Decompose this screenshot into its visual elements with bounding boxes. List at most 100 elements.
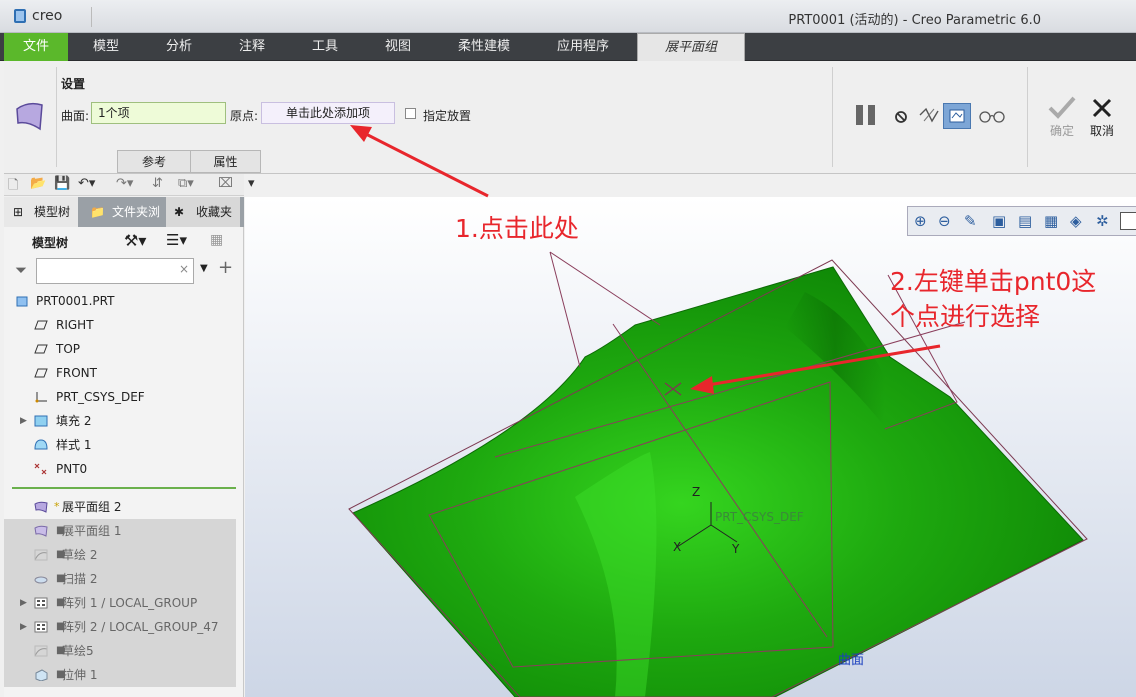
expand-icon[interactable]: ▶ (20, 409, 27, 433)
tree-item-right[interactable]: RIGHT (4, 313, 236, 337)
no-preview-icon[interactable] (894, 108, 908, 129)
sweep-icon (34, 576, 48, 584)
tree-item-style[interactable]: 样式 1 (4, 433, 236, 457)
tab-analysis[interactable]: 分析 (145, 33, 213, 61)
search-dropdown-icon[interactable]: ▼ (200, 263, 208, 274)
cancel-button[interactable]: 取消 (1084, 97, 1120, 139)
tab-model[interactable]: 模型 (72, 33, 140, 61)
expand-icon[interactable]: ▶ (20, 591, 27, 615)
tree-item-fill[interactable]: ▶ 填充 2 (4, 409, 236, 433)
tab-folder-browser[interactable]: 📁 文件夹浏 (82, 197, 162, 227)
filter-icon: ⏷ (15, 261, 28, 279)
quick-access-toolbar: 🗋 📂 💾 ↶▾ ↷▾ ⇵ ⧉▾ ⌧ ▾ (4, 174, 255, 198)
repaint-icon[interactable]: ✎ (964, 212, 977, 230)
sketch-icon (34, 549, 48, 561)
flatten-quilt-icon (34, 525, 48, 537)
tree-item-extrude-1[interactable]: ■ 拉伸 1 (4, 663, 236, 687)
datum-display-icon[interactable]: ✲ (1096, 212, 1109, 230)
point-icon (34, 463, 47, 475)
tree-item-top[interactable]: TOP (4, 337, 236, 361)
tree-search-input[interactable]: × (36, 258, 194, 284)
tree-item-sweep-2[interactable]: ■ 扫描 2 (4, 567, 236, 591)
new-feature-marker: * (54, 500, 60, 513)
navigator-panel: ⊞ 模型树 📁 文件夹浏 ✱ 收藏夹 模型树 ⚒▾ ☰▾ ▦ ⏷ × ▼ + P… (4, 197, 244, 697)
customize-qat-icon[interactable]: ▾ (248, 176, 255, 191)
add-filter-icon[interactable]: + (218, 257, 233, 278)
tab-file[interactable]: 文件 (4, 33, 68, 61)
style-icon (34, 439, 48, 450)
csys-label: PRT_CSYS_DEF (715, 510, 804, 524)
tree-item-point[interactable]: PNT0 (4, 457, 236, 481)
tab-model-tree[interactable]: ⊞ 模型树 (4, 197, 78, 227)
surface-collector[interactable]: 1个项 (91, 102, 226, 124)
pause-icon[interactable] (854, 103, 878, 132)
regenerate-icon[interactable]: ⇵ (152, 176, 163, 191)
saved-views-icon[interactable]: ▣ (992, 212, 1006, 230)
csys-icon (35, 392, 47, 403)
open-icon[interactable]: 📂 (30, 176, 46, 191)
model-tree-header: 模型树 (32, 236, 69, 250)
tree-item-csys[interactable]: PRT_CSYS_DEF (4, 385, 236, 409)
zoom-in-icon[interactable]: ⊕ (914, 212, 927, 230)
tab-flexible-modeling[interactable]: 柔性建模 (440, 33, 528, 61)
origin-label: 原点: (230, 109, 259, 123)
origin-collector[interactable]: 单击此处添加项 (261, 102, 395, 124)
tree-item-pattern-2[interactable]: ▶ ■ 阵列 2 / LOCAL_GROUP_47 (4, 615, 236, 639)
new-icon[interactable]: 🗋 (8, 176, 18, 198)
specify-placement-checkbox[interactable] (405, 108, 416, 119)
tab-tools[interactable]: 工具 (291, 33, 359, 61)
ribbon-tabs: 文件 模型 分析 注释 工具 视图 柔性建模 应用程序 展平面组 (0, 33, 1136, 61)
tree-filter-settings-icon[interactable]: ▦ (210, 232, 223, 248)
tree-item-front[interactable]: FRONT (4, 361, 236, 385)
ok-button[interactable]: 确定 (1044, 95, 1080, 139)
tree-item-flatten-2[interactable]: * 展平面组 2 (4, 495, 236, 519)
axis-y-label: Y (732, 542, 740, 556)
more-view-tools-icon[interactable] (1120, 212, 1136, 230)
undo-icon[interactable]: ↶▾ (78, 176, 95, 191)
pattern-icon (34, 621, 48, 633)
tab-flatten-quilt[interactable]: 展平面组 (637, 33, 745, 61)
flatten-quilt-icon (16, 102, 43, 131)
tree-item-sketch-5[interactable]: ■ 草绘5 (4, 639, 236, 663)
part-icon (16, 296, 28, 307)
tree-columns-icon[interactable]: ☰▾ (166, 231, 187, 249)
zoom-out-icon[interactable]: ⊖ (938, 212, 951, 230)
folder-icon: 📁 (90, 205, 105, 219)
tree-item-sketch-2[interactable]: ■ 草绘 2 (4, 543, 236, 567)
clear-search-icon[interactable]: × (179, 262, 189, 276)
settings-section-label: 设置 (61, 77, 86, 91)
surface-label: 曲面 (838, 653, 865, 668)
redo-icon[interactable]: ↷▾ (116, 176, 133, 191)
tab-references[interactable]: 参考 (117, 150, 191, 173)
tree-item-flatten-1[interactable]: ■ 展平面组 1 (4, 519, 236, 543)
tab-favorites[interactable]: ✱ 收藏夹 (166, 197, 240, 227)
datum-plane-icon (34, 368, 48, 378)
tab-applications[interactable]: 应用程序 (540, 33, 626, 61)
close-window-icon[interactable]: ⌧ (218, 176, 233, 191)
windows-icon[interactable]: ⧉▾ (178, 176, 194, 191)
tree-settings-icon[interactable]: ⚒▾ (124, 231, 146, 250)
fill-icon (34, 415, 48, 427)
perspective-icon[interactable]: ▦ (1044, 212, 1058, 230)
favorites-icon: ✱ (174, 205, 185, 219)
axis-x-label: X (673, 540, 682, 554)
tab-properties[interactable]: 属性 (190, 150, 261, 173)
navigator-tabs: ⊞ 模型树 📁 文件夹浏 ✱ 收藏夹 (4, 197, 244, 227)
tab-view[interactable]: 视图 (364, 33, 432, 61)
pattern-icon (34, 597, 48, 609)
window-title: PRT0001 (活动的) - Creo Parametric 6.0 (788, 13, 1041, 28)
glasses-icon[interactable] (978, 108, 1006, 129)
verify-mode-icon[interactable] (918, 105, 940, 130)
display-style-icon[interactable]: ▤ (1018, 212, 1032, 230)
view-manager-icon[interactable]: ◈ (1070, 212, 1082, 230)
tree-item-part[interactable]: PRT0001.PRT (4, 289, 236, 313)
annotation-step1: 1.点击此处 (455, 214, 579, 243)
save-icon[interactable]: 💾 (54, 176, 70, 191)
tree-item-pattern-1[interactable]: ▶ ■ 阵列 1 / LOCAL_GROUP (4, 591, 236, 615)
preview-geometry-icon[interactable] (943, 103, 971, 129)
specify-placement-label: 指定放置 (423, 109, 472, 123)
tree-icon: ⊞ (13, 205, 24, 219)
tab-annotate[interactable]: 注释 (218, 33, 286, 61)
title-bar: creo PRT0001 (活动的) - Creo Parametric 6.0 (0, 0, 1136, 33)
expand-icon[interactable]: ▶ (20, 615, 27, 639)
